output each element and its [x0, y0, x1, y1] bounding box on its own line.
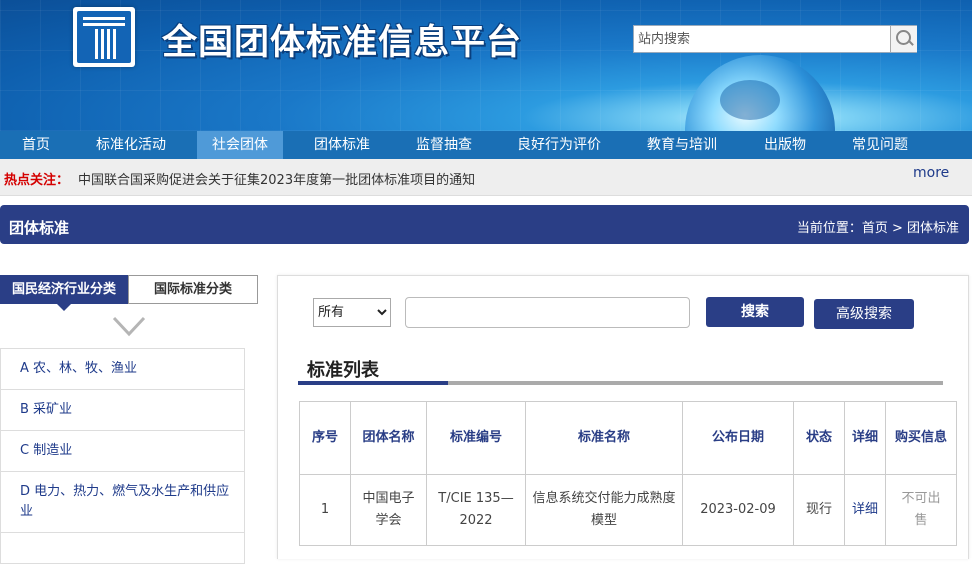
- table-header-row: 序号 团体名称 标准编号 标准名称 公布日期 状态 详细 购买信息: [299, 401, 957, 475]
- category-item[interactable]: C 制造业: [0, 431, 245, 472]
- cell-date: 2023-02-09: [682, 474, 794, 546]
- col-header-org: 团体名称: [350, 401, 427, 475]
- site-title: 全国团体标准信息平台: [162, 23, 523, 63]
- main-nav: 首页 标准化活动 社会团体 团体标准 监督抽查 良好行为评价 教育与培训 出版物…: [0, 131, 972, 159]
- site-logo[interactable]: [73, 7, 135, 67]
- tab-international-classification[interactable]: 国际标准分类: [128, 275, 258, 304]
- nav-item-evaluation[interactable]: 良好行为评价: [500, 131, 618, 159]
- nav-item-home[interactable]: 首页: [0, 131, 72, 159]
- nav-item-education[interactable]: 教育与培训: [630, 131, 734, 159]
- nav-item-faq[interactable]: 常见问题: [836, 131, 924, 159]
- category-item[interactable]: A 农、林、牧、渔业: [0, 348, 245, 390]
- category-list: A 农、林、牧、渔业 B 采矿业 C 制造业 D 电力、热力、燃气及水生产和供应…: [0, 348, 245, 564]
- cell-purchase: 不可出售: [885, 474, 957, 546]
- tab-industry-classification[interactable]: 国民经济行业分类: [0, 275, 128, 311]
- site-search: [633, 25, 917, 53]
- hot-news-more-link[interactable]: more: [913, 165, 949, 181]
- list-title-underline-accent: [298, 381, 448, 385]
- col-header-name: 标准名称: [525, 401, 683, 475]
- standards-table: 序号 团体名称 标准编号 标准名称 公布日期 状态 详细 购买信息 1 中国电子…: [299, 401, 957, 546]
- table-row: 1 中国电子学会 T/CIE 135—2022 信息系统交付能力成熟度模型 20…: [299, 474, 957, 546]
- page-title: 团体标准: [9, 219, 70, 237]
- hot-news-label: 热点关注：: [4, 173, 70, 188]
- nav-item-publications[interactable]: 出版物: [746, 131, 824, 159]
- category-item[interactable]: [0, 533, 245, 564]
- col-header-code: 标准编号: [426, 401, 526, 475]
- cell-status: 现行: [793, 474, 845, 546]
- search-button[interactable]: 搜索: [706, 297, 804, 327]
- col-header-index: 序号: [299, 401, 351, 475]
- tab-label: 国民经济行业分类: [11, 282, 116, 297]
- col-header-purchase: 购买信息: [885, 401, 957, 475]
- nav-item-activities[interactable]: 标准化活动: [72, 131, 190, 159]
- cell-org: 中国电子学会: [350, 474, 427, 546]
- cell-index: 1: [299, 474, 351, 546]
- hot-news-link[interactable]: 中国联合国采购促进会关于征集2023年度第一批团体标准项目的通知: [78, 169, 475, 188]
- list-title: 标准列表: [307, 360, 379, 381]
- col-header-status: 状态: [793, 401, 845, 475]
- keyword-input[interactable]: [405, 297, 690, 328]
- nav-item-standards[interactable]: 团体标准: [290, 131, 394, 159]
- hot-news-bar: 热点关注： 中国联合国采购促进会关于征集2023年度第一批团体标准项目的通知 m…: [0, 159, 972, 196]
- detail-link[interactable]: 详细: [844, 474, 886, 546]
- chevron-down-icon[interactable]: [112, 314, 146, 340]
- nav-item-inspection[interactable]: 监督抽查: [394, 131, 494, 159]
- category-item[interactable]: B 采矿业: [0, 390, 245, 431]
- breadcrumb[interactable]: 当前位置：首页 > 团体标准: [797, 217, 959, 236]
- globe-continent-decoration: [720, 80, 780, 120]
- search-scope-select[interactable]: 所有: [313, 298, 391, 327]
- col-header-date: 公布日期: [682, 401, 794, 475]
- cell-code: T/CIE 135—2022: [426, 474, 526, 546]
- logo-mark-icon: [77, 11, 131, 63]
- cell-name: 信息系统交付能力成熟度模型: [525, 474, 683, 546]
- section-header: 团体标准 当前位置：首页 > 团体标准: [0, 205, 969, 244]
- col-header-detail: 详细: [844, 401, 886, 475]
- nav-item-associations[interactable]: 社会团体: [197, 131, 283, 159]
- category-item[interactable]: D 电力、热力、燃气及水生产和供应业: [0, 472, 245, 533]
- advanced-search-button[interactable]: 高级搜索: [814, 299, 914, 329]
- site-search-button[interactable]: [890, 26, 917, 52]
- header-banner: 全国团体标准信息平台: [0, 0, 972, 131]
- site-search-input[interactable]: [634, 26, 888, 52]
- tab-active-pointer-icon: [57, 304, 71, 311]
